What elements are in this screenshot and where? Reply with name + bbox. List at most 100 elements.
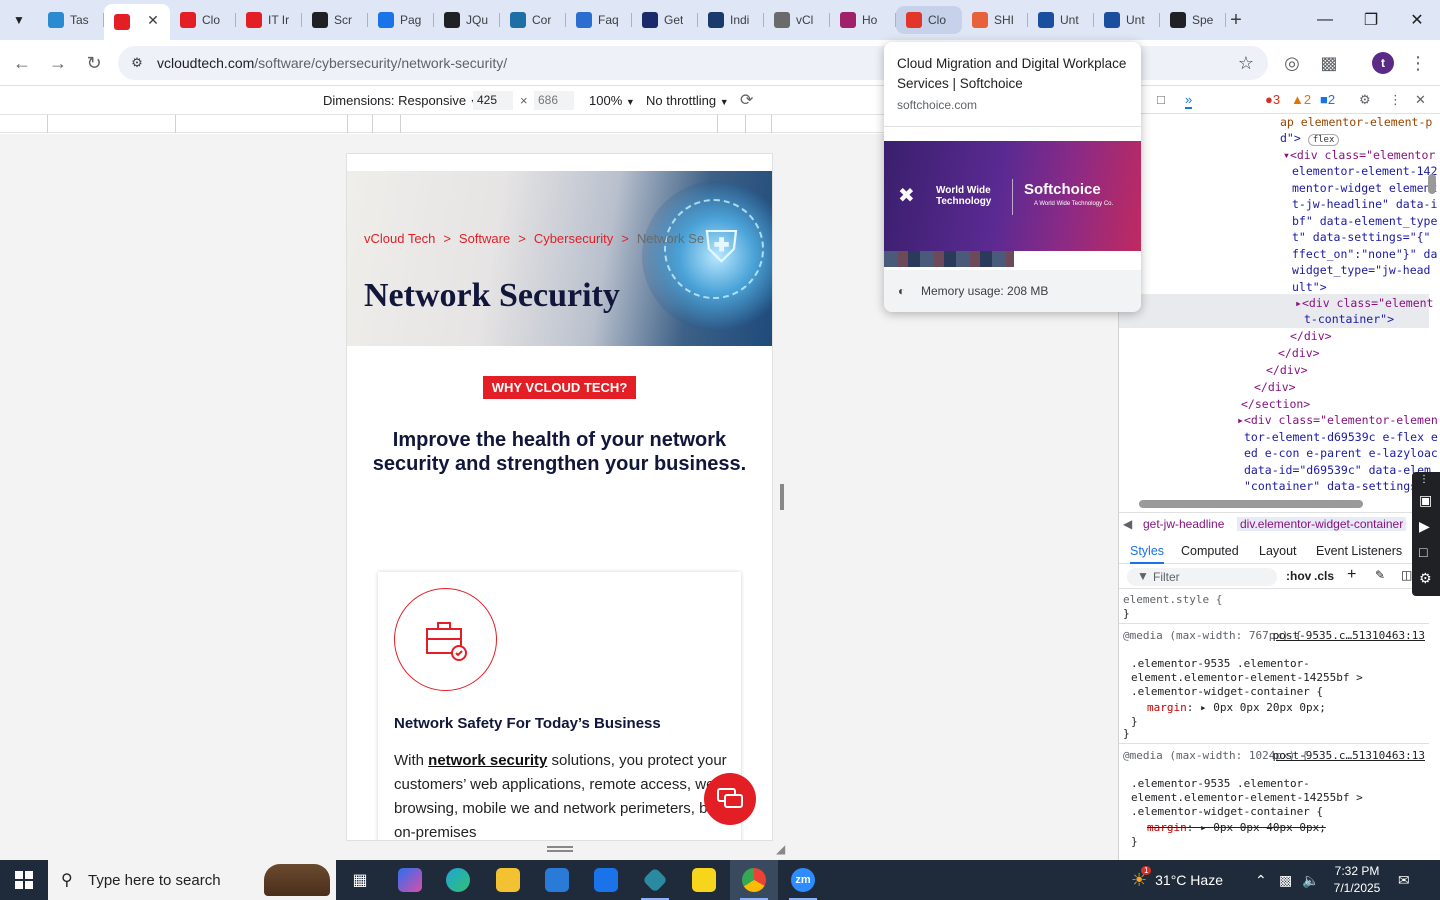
extensions-icon[interactable]: ▩: [1315, 49, 1343, 77]
dom-line[interactable]: t-jw-headline" data-i: [1292, 196, 1437, 213]
elements-tree[interactable]: ap elementor-element-p d"> flex ▾<div cl…: [1119, 114, 1438, 495]
width-input[interactable]: 425: [473, 91, 513, 110]
reload-button[interactable]: ↻: [80, 49, 108, 77]
dom-line[interactable]: data-id="d69539c" data-elem: [1244, 462, 1431, 479]
breadcrumb-home[interactable]: vCloud Tech: [364, 231, 435, 246]
browser-tab[interactable]: Tas: [38, 4, 104, 36]
browser-tab[interactable]: ✕: [104, 4, 170, 40]
browser-tab[interactable]: JQu: [434, 4, 500, 36]
dom-line[interactable]: elementor-element-142: [1292, 163, 1437, 180]
window-icon[interactable]: □: [1419, 544, 1427, 560]
tray-overflow-icon[interactable]: ⌃: [1255, 860, 1267, 900]
menu-icon[interactable]: ⋮: [1404, 49, 1432, 77]
browser-tab[interactable]: SHI: [962, 4, 1028, 36]
dom-line[interactable]: t" data-settings="{": [1292, 229, 1430, 246]
tab-close-icon[interactable]: ✕: [144, 11, 162, 29]
clock[interactable]: 7:32 PM 7/1/2025: [1322, 863, 1392, 897]
camera-icon[interactable]: ▣: [1419, 492, 1432, 509]
dom-line[interactable]: tor-element-d69539c e-flex e: [1244, 429, 1438, 446]
mail-app[interactable]: [582, 860, 630, 900]
dom-line[interactable]: ap elementor-element-p: [1280, 114, 1432, 131]
zoom-dropdown[interactable]: 100% ▼: [589, 93, 635, 108]
style-property[interactable]: margin: ▸ 0px 0px 20px 0px;: [1147, 701, 1326, 715]
translate-icon[interactable]: ◎: [1278, 49, 1306, 77]
dom-line[interactable]: </div>: [1290, 328, 1332, 345]
store-app[interactable]: [533, 860, 581, 900]
tab-search-button[interactable]: ▼: [6, 7, 32, 33]
browser-tab[interactable]: Pag: [368, 4, 434, 36]
breadcrumb-software[interactable]: Software: [459, 231, 510, 246]
resize-handle-bottom[interactable]: [547, 846, 573, 852]
network-security-link[interactable]: network security: [428, 752, 547, 769]
file-explorer-app[interactable]: [484, 860, 532, 900]
dom-line[interactable]: ▾<div class="elementor: [1283, 147, 1435, 164]
browser-tab[interactable]: Unt: [1094, 4, 1160, 36]
settings-gear-icon[interactable]: ⚙: [1419, 570, 1432, 587]
browser-tab[interactable]: Spe: [1160, 4, 1226, 36]
resize-handle-right[interactable]: [780, 484, 784, 510]
sidebar-toggle-icon[interactable]: ◫: [1401, 568, 1412, 582]
pin-icon[interactable]: ⋮: [1419, 474, 1429, 485]
errors-badge[interactable]: ●3: [1265, 92, 1280, 107]
stylesheet-link[interactable]: post-9535.c…51310463:13: [1273, 749, 1425, 763]
chrome-app[interactable]: [730, 860, 778, 900]
emulated-page[interactable]: ⛨ vCloud Tech > Software > Cybersecurity > Net…: [347, 154, 772, 840]
stylesheet-link[interactable]: post-9535.c…51310463:13: [1273, 629, 1425, 643]
dom-line[interactable]: mentor-widget element: [1292, 180, 1437, 197]
elements-vscrollbar[interactable]: [1428, 174, 1436, 194]
messages-badge[interactable]: ■2: [1320, 92, 1335, 107]
browser-tab[interactable]: Faq: [566, 4, 632, 36]
dom-line[interactable]: "container" data-settings=: [1244, 478, 1424, 495]
tab-computed[interactable]: Computed: [1181, 544, 1239, 558]
dom-line[interactable]: ed e-con e-parent e-lazyloac: [1244, 445, 1438, 462]
browser-tab[interactable]: Indi: [698, 4, 764, 36]
paint-icon[interactable]: ✎: [1375, 568, 1385, 582]
profile-avatar[interactable]: t: [1372, 52, 1394, 74]
styles-filter-input[interactable]: ▼ Filter: [1127, 568, 1277, 586]
more-panels-icon[interactable]: »: [1185, 92, 1193, 109]
devtools-close-icon[interactable]: ✕: [1415, 92, 1426, 108]
edge-app[interactable]: [434, 860, 482, 900]
browser-tab[interactable]: IT Ir: [236, 4, 302, 36]
warnings-badge[interactable]: ▲2: [1291, 92, 1311, 107]
browser-tab[interactable]: vCl: [764, 4, 830, 36]
dom-line[interactable]: </div>: [1278, 345, 1320, 362]
restore-button[interactable]: ❐: [1348, 0, 1394, 40]
dom-line[interactable]: t-container">: [1304, 311, 1394, 328]
crumb-item-selected[interactable]: div.elementor-widget-container: [1237, 517, 1407, 531]
url-text[interactable]: vcloudtech.com/software/cybersecurity/ne…: [157, 55, 507, 71]
new-rule-icon[interactable]: +: [1347, 566, 1356, 584]
resize-handle-corner[interactable]: ◢: [776, 842, 785, 856]
close-window-button[interactable]: ✕: [1394, 0, 1440, 40]
minimize-button[interactable]: —: [1302, 0, 1348, 40]
volume-icon[interactable]: 🔈: [1302, 860, 1319, 900]
browser-tab[interactable]: Unt: [1028, 4, 1094, 36]
tab-layout[interactable]: Layout: [1259, 544, 1297, 558]
dom-line[interactable]: ▸<div class="elementor-elemen: [1237, 412, 1438, 429]
crumb-item[interactable]: get-jw-headline: [1143, 517, 1224, 531]
elements-hscrollbar[interactable]: [1139, 500, 1363, 508]
browser-tab[interactable]: Clo: [170, 4, 236, 36]
throttling-dropdown[interactable]: No throttling ▼: [646, 93, 729, 108]
style-property-overridden[interactable]: margin: ▸ 0px 0px 40px 0px;: [1147, 821, 1326, 835]
browser-tab[interactable]: Ho: [830, 4, 896, 36]
dom-line[interactable]: </div>: [1254, 379, 1296, 396]
dimensions-dropdown[interactable]: Dimensions: Responsive ▼: [323, 93, 479, 108]
browser-tab[interactable]: Scr: [302, 4, 368, 36]
crumb-left-icon[interactable]: ◀: [1123, 517, 1132, 531]
flex-badge[interactable]: flex: [1307, 134, 1340, 146]
copilot-app[interactable]: [386, 860, 434, 900]
dom-line[interactable]: </div>: [1266, 362, 1308, 379]
dom-line[interactable]: bf" data-element_type: [1292, 213, 1437, 230]
breadcrumb-cybersecurity[interactable]: Cybersecurity: [534, 231, 613, 246]
start-button[interactable]: [0, 860, 48, 900]
taskbar-search[interactable]: ⚲ Type here to search: [48, 860, 336, 900]
dom-line[interactable]: widget_type="jw-head: [1292, 262, 1430, 279]
new-tab-button[interactable]: +: [1224, 8, 1248, 32]
device-toggle-icon[interactable]: □: [1157, 92, 1165, 107]
tab-event-listeners[interactable]: Event Listeners: [1316, 544, 1402, 558]
chat-button[interactable]: [704, 773, 756, 825]
task-view-button[interactable]: ▦: [336, 860, 384, 900]
network-icon[interactable]: ▩: [1279, 860, 1292, 900]
devtools-menu-icon[interactable]: ⋮: [1389, 92, 1402, 108]
